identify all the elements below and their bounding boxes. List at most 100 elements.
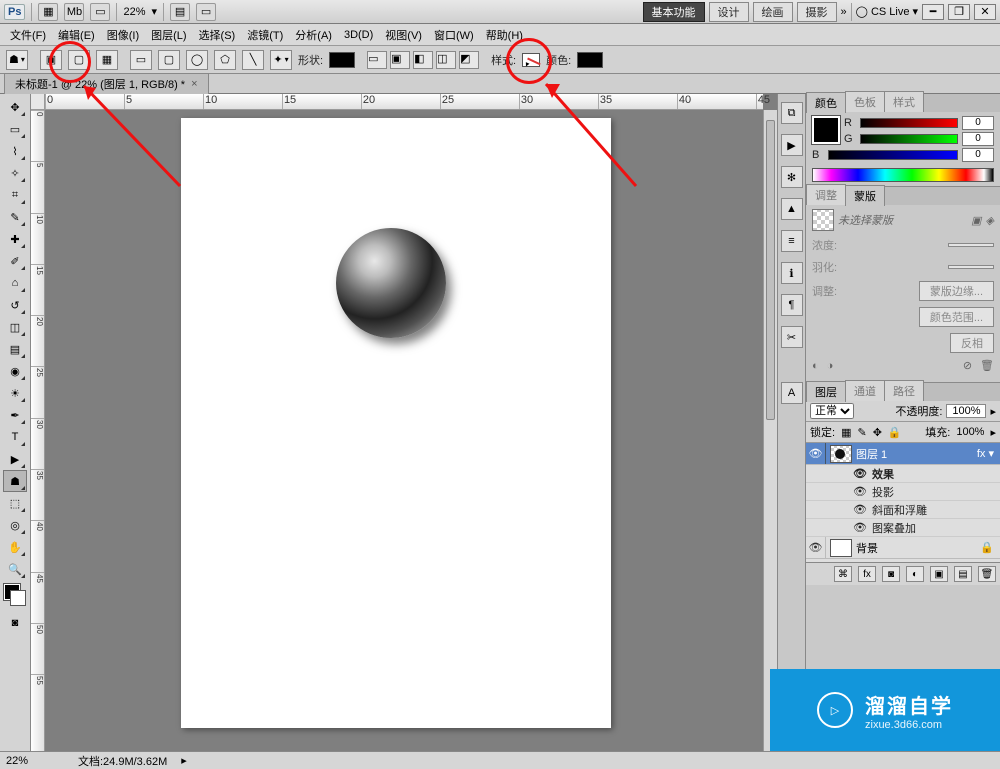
lock-all-icon[interactable]: 🔒 — [888, 426, 902, 439]
layer-name[interactable]: 图层 1 — [856, 446, 977, 462]
layer-row-layer1[interactable]: 👁 图层 1 fx ▾ — [806, 443, 1000, 465]
quickselect-tool-icon[interactable]: ✧ — [3, 162, 27, 184]
adjustment-layer-icon[interactable]: ◐ — [906, 566, 924, 582]
fill-flyout-icon[interactable]: ▸ — [990, 426, 996, 439]
ruler-vertical[interactable]: 0 5 10 15 20 25 30 35 40 45 50 55 — [31, 110, 45, 751]
effect-dropshadow[interactable]: 👁投影 — [806, 483, 1000, 501]
screenmode-icon[interactable]: ▭ — [196, 3, 216, 21]
mask-apply-icon[interactable]: ◑ — [827, 360, 834, 372]
invert-button[interactable]: 反相 — [950, 333, 994, 353]
menu-help[interactable]: 帮助(H) — [480, 25, 529, 45]
layer-row-background[interactable]: 👁 背景 🔒 — [806, 537, 1000, 559]
delete-layer-icon[interactable]: 🗑 — [978, 566, 996, 582]
brushpresets-panel-icon[interactable]: ≡ — [781, 230, 803, 252]
char-panel-icon[interactable]: A — [781, 382, 803, 404]
history-brush-tool-icon[interactable]: ↺ — [3, 294, 27, 316]
color-swatches[interactable] — [4, 584, 26, 606]
zoom-level[interactable]: 22% ▾ — [123, 5, 157, 18]
custom-shape-tool-icon[interactable]: ☗ — [3, 470, 27, 492]
info-panel-icon[interactable]: ℹ — [781, 262, 803, 284]
color-range-button[interactable]: 颜色范围... — [919, 307, 994, 327]
rect-shape-icon[interactable]: ▭ — [130, 50, 152, 70]
tab-layers[interactable]: 图层 — [806, 381, 846, 402]
tab-paths[interactable]: 路径 — [884, 380, 924, 401]
lock-pos-icon[interactable]: ✥ — [873, 426, 882, 439]
document-tab-close-icon[interactable]: × — [191, 78, 197, 90]
crop-tool-icon[interactable]: ⌗ — [3, 184, 27, 206]
healing-tool-icon[interactable]: ✚ — [3, 228, 27, 250]
lock-trans-icon[interactable]: ▦ — [841, 426, 851, 439]
window-minimize-icon[interactable]: ━ — [922, 4, 944, 20]
polygon-shape-icon[interactable]: ⬠ — [214, 50, 236, 70]
arrange-docs-icon[interactable]: ▤ — [170, 3, 190, 21]
3dcamera-tool-icon[interactable]: ◎ — [3, 514, 27, 536]
b-value[interactable]: 0 — [962, 148, 994, 162]
mask-load-icon[interactable]: ◐ — [812, 360, 819, 372]
blend-mode-select[interactable]: 正常 — [810, 403, 854, 419]
custom-shape-icon[interactable]: ✦ — [270, 50, 292, 70]
workspace-design[interactable]: 设计 — [709, 2, 749, 22]
eyedropper-tool-icon[interactable]: ✎ — [3, 206, 27, 228]
workspace-photo[interactable]: 摄影 — [797, 2, 837, 22]
gradient-tool-icon[interactable]: ▤ — [3, 338, 27, 360]
menu-layer[interactable]: 图层(L) — [145, 25, 192, 45]
lock-pixels-icon[interactable]: ✎ — [857, 426, 866, 439]
menu-window[interactable]: 窗口(W) — [428, 25, 480, 45]
tab-mask[interactable]: 蒙版 — [845, 185, 885, 206]
tool-preset-picker[interactable]: ☗ — [6, 50, 28, 70]
color-picker[interactable] — [577, 52, 603, 68]
pathop-subtract[interactable]: ◧ — [413, 51, 433, 69]
group-icon[interactable]: ▣ — [930, 566, 948, 582]
blur-tool-icon[interactable]: ◉ — [3, 360, 27, 382]
visibility-eye-icon[interactable]: 👁 — [806, 537, 826, 558]
workspace-overflow[interactable]: » — [841, 6, 847, 18]
clone-panel-icon[interactable]: ▲ — [781, 198, 803, 220]
tab-styles[interactable]: 样式 — [884, 91, 924, 112]
status-docinfo[interactable]: 文档:24.9M/3.62M — [78, 753, 167, 769]
line-shape-icon[interactable]: ╲ — [242, 50, 264, 70]
pixel-mask-icon[interactable]: ▣ — [971, 214, 981, 227]
mask-trash-icon[interactable]: 🗑 — [980, 359, 994, 372]
cslive-button[interactable]: ◯ CS Live ▾ — [856, 5, 918, 18]
effects-header[interactable]: 👁效果 — [806, 465, 1000, 483]
r-slider[interactable] — [860, 118, 958, 128]
g-slider[interactable] — [860, 134, 958, 144]
visibility-eye-icon[interactable]: 👁 — [806, 443, 826, 464]
r-value[interactable]: 0 — [962, 116, 994, 130]
opacity-flyout-icon[interactable]: ▸ — [990, 405, 996, 418]
window-close-icon[interactable]: ✕ — [974, 4, 996, 20]
pathop-add[interactable]: ▣ — [390, 51, 410, 69]
effect-bevel[interactable]: 👁斜面和浮雕 — [806, 501, 1000, 519]
menu-image[interactable]: 图像(I) — [101, 25, 145, 45]
current-color-swatch[interactable] — [812, 116, 840, 144]
type-tool-icon[interactable]: T — [3, 426, 27, 448]
menu-filter[interactable]: 滤镜(T) — [241, 25, 289, 45]
layer-mask-icon[interactable]: ◙ — [882, 566, 900, 582]
mask-edge-button[interactable]: 蒙版边缘... — [919, 281, 994, 301]
mask-disable-icon[interactable]: ⊘ — [963, 359, 972, 372]
opacity-value[interactable]: 100% — [946, 404, 986, 418]
roundrect-shape-icon[interactable]: ▢ — [158, 50, 180, 70]
ellipse-shape-icon[interactable]: ◯ — [186, 50, 208, 70]
layer-fx-badge[interactable]: fx ▾ — [977, 447, 1000, 460]
history-panel-icon[interactable]: ⧉ — [781, 102, 803, 124]
menu-view[interactable]: 视图(V) — [379, 25, 428, 45]
paths-mode[interactable]: ▢ — [68, 50, 90, 70]
stamp-tool-icon[interactable]: ⌂ — [3, 272, 27, 294]
bridge-icon[interactable]: ▦ — [38, 3, 58, 21]
b-slider[interactable] — [828, 150, 958, 160]
layer-thumb[interactable] — [830, 445, 852, 463]
link-layers-icon[interactable]: ⌘ — [834, 566, 852, 582]
ruler-origin[interactable] — [31, 94, 45, 110]
shape-layers-mode[interactable]: ▣ — [40, 50, 62, 70]
move-tool-icon[interactable]: ✥ — [3, 96, 27, 118]
fill-value[interactable]: 100% — [956, 426, 984, 438]
tab-adjust[interactable]: 调整 — [806, 184, 846, 205]
lasso-tool-icon[interactable]: ⌇ — [3, 140, 27, 162]
layer-list[interactable]: 👁 图层 1 fx ▾ 👁效果 👁投影 👁斜面和浮雕 👁图案叠加 👁 背景 🔒 — [806, 443, 1000, 563]
layer-thumb[interactable] — [830, 539, 852, 557]
density-field[interactable] — [948, 243, 994, 247]
color-spectrum[interactable] — [812, 168, 994, 182]
tab-channels[interactable]: 通道 — [845, 380, 885, 401]
zoom-tool-icon[interactable]: 🔍 — [3, 558, 27, 580]
